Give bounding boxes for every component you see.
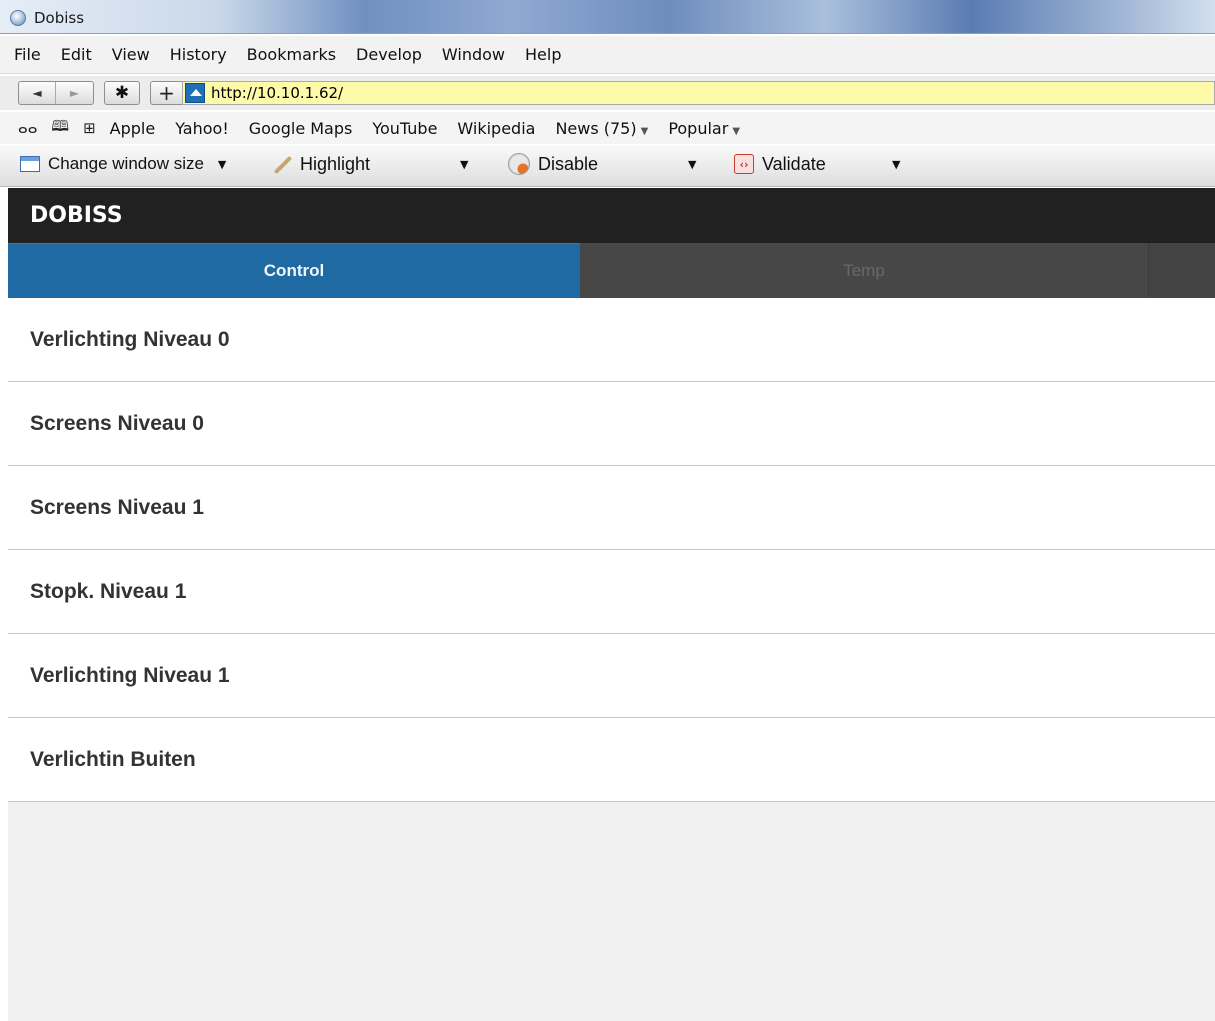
menu-view[interactable]: View (112, 45, 150, 64)
bookmark-google-maps[interactable]: Google Maps (249, 119, 353, 138)
tab-bar: Control Temp (8, 243, 1215, 298)
list-item-label: Screens Niveau 1 (30, 495, 204, 519)
menu-edit[interactable]: Edit (61, 45, 92, 64)
change-window-size-label: Change window size (48, 154, 204, 173)
app-header: DOBISS (8, 188, 1215, 243)
window-title-bar: Dobiss (0, 0, 1215, 34)
bookmark-popular-label: Popular (668, 118, 729, 138)
add-bookmark-button[interactable]: + (150, 81, 182, 105)
menu-file[interactable]: File (14, 45, 41, 64)
control-group-list: Verlichting Niveau 0 Screens Niveau 0 Sc… (8, 298, 1215, 802)
forward-arrow-icon: ► (69, 86, 80, 100)
plus-icon: + (158, 81, 175, 105)
debug-button[interactable]: ✱ (104, 81, 140, 105)
reading-list-icon[interactable]: ⴰⴰ (18, 119, 37, 137)
bookmark-youtube[interactable]: YouTube (372, 119, 437, 138)
back-button[interactable]: ◄ (19, 82, 55, 104)
validate-label: Validate (762, 153, 826, 174)
window-icon (20, 156, 40, 172)
window-title: Dobiss (34, 9, 85, 27)
list-item-screens-niveau-1[interactable]: Screens Niveau 1 (8, 466, 1215, 550)
chevron-down-icon: ▼ (460, 157, 469, 171)
list-item-label: Verlichting Niveau 0 (30, 327, 230, 351)
bookmark-apple[interactable]: Apple (110, 119, 156, 138)
highlight-label: Highlight (300, 153, 371, 174)
menu-window[interactable]: Window (442, 45, 505, 64)
cookie-icon (508, 153, 530, 175)
bookmark-wikipedia[interactable]: Wikipedia (457, 119, 535, 138)
page-empty-area (8, 802, 1215, 1021)
chevron-down-icon: ▼ (640, 125, 649, 137)
menu-develop[interactable]: Develop (356, 45, 422, 64)
menu-bar: File Edit View History Bookmarks Develop… (0, 36, 1215, 74)
list-item-verlichting-niveau-0[interactable]: Verlichting Niveau 0 (8, 298, 1215, 382)
list-item-label: Screens Niveau 0 (30, 411, 204, 435)
bookmark-news-label: News (75) (555, 118, 637, 138)
highlight-dropdown[interactable]: Highlight ▼ (270, 150, 494, 178)
menu-history[interactable]: History (170, 45, 227, 64)
chevron-down-icon: ▼ (217, 157, 227, 171)
menu-bookmarks[interactable]: Bookmarks (247, 45, 336, 64)
tab-control[interactable]: Control (8, 243, 580, 298)
top-sites-grid-icon[interactable]: ⊞ (83, 119, 96, 137)
app-title: DOBISS (30, 203, 123, 228)
list-item-label: Verlichtin Buiten (30, 747, 196, 771)
list-item-screens-niveau-0[interactable]: Screens Niveau 0 (8, 382, 1215, 466)
change-window-size-dropdown[interactable]: Change window size ▼ (20, 150, 258, 178)
list-item-label: Verlichting Niveau 1 (30, 663, 230, 687)
bookmarks-bar: ⴰⴰ 🕮 ⊞ Apple Yahoo! Google Maps YouTube … (0, 112, 1215, 144)
back-arrow-icon: ◄ (32, 86, 42, 100)
site-favicon-icon (185, 83, 205, 103)
address-url[interactable]: http://10.10.1.62/ (211, 84, 343, 102)
chevron-down-icon: ▼ (892, 157, 901, 171)
address-bar[interactable]: http://10.10.1.62/ (182, 81, 1215, 105)
validate-dropdown[interactable]: ‹› Validate ▼ (734, 150, 934, 178)
bookmark-yahoo[interactable]: Yahoo! (175, 119, 229, 138)
menu-help[interactable]: Help (525, 45, 561, 64)
chevron-down-icon: ▼ (688, 157, 697, 171)
navigation-toolbar: ◄ ► ✱ + http://10.10.1.62/ (0, 76, 1215, 110)
developer-toolbar: Change window size ▼ Highlight ▼ Disable… (0, 145, 1215, 187)
bookmarks-book-icon[interactable]: 🕮 (51, 116, 69, 141)
bookmark-popular-folder[interactable]: Popular ▼ (668, 119, 740, 138)
browser-app-icon (10, 10, 26, 26)
forward-button[interactable]: ► (55, 82, 93, 104)
bug-icon: ✱ (114, 83, 130, 103)
list-item-stopk-niveau-1[interactable]: Stopk. Niveau 1 (8, 550, 1215, 634)
tab-bar-filler (1148, 243, 1215, 298)
list-item-verlichting-niveau-1[interactable]: Verlichting Niveau 1 (8, 634, 1215, 718)
disable-label: Disable (538, 153, 599, 174)
list-item-verlichtin-buiten[interactable]: Verlichtin Buiten (8, 718, 1215, 802)
chevron-down-icon: ▼ (732, 125, 741, 137)
bookmark-news-folder[interactable]: News (75) ▼ (555, 119, 648, 138)
tab-temp[interactable]: Temp (580, 243, 1148, 298)
validate-icon: ‹› (734, 154, 754, 174)
disable-dropdown[interactable]: Disable ▼ (508, 150, 722, 178)
back-forward-group: ◄ ► (18, 81, 94, 105)
highlighter-icon (270, 154, 292, 174)
list-item-label: Stopk. Niveau 1 (30, 579, 187, 603)
